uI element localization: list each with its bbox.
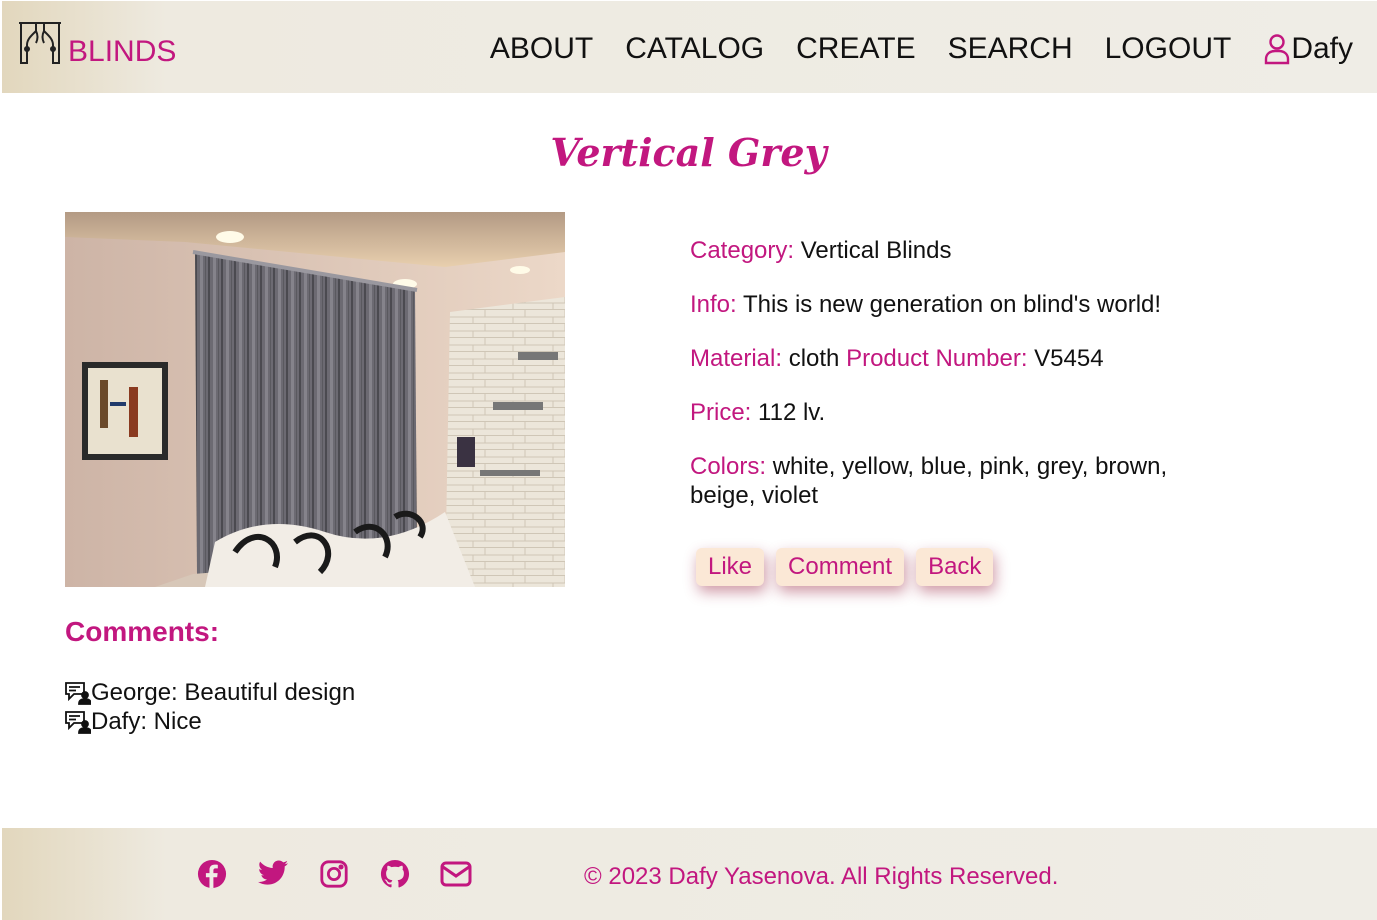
material-value: cloth [788,345,840,372]
product-number-value: V5454 [1034,345,1104,372]
category-row: Category: Vertical Blinds [690,236,1210,265]
category-label: Category: [690,237,795,264]
info-value: This is new generation on blind's world! [742,291,1162,318]
material-label: Material: [690,345,783,372]
price-row: Price: 112 lv. [690,398,1210,427]
footer: © 2023 Dafy Yasenova. All Rights Reserve… [2,828,1377,920]
comments-heading: Comments: [65,616,220,647]
product-details: Category: Vertical Blinds Info: This is … [690,236,1210,535]
twitter-icon[interactable] [257,859,289,889]
product-number-label: Product Number: [846,345,1028,372]
comment-item: George: Beautiful design [65,678,355,707]
info-label: Info: [690,291,737,318]
user-icon [1265,34,1290,65]
nav-logout[interactable]: LOGOUT [1105,32,1232,66]
product-title: Vertical Grey [550,130,827,175]
price-label: Price: [690,399,752,426]
comment-icon [65,681,91,705]
colors-label: Colors: [690,453,767,480]
header: BLINDS ABOUT CATALOG CREATE SEARCH LOGOU… [2,1,1377,93]
like-button[interactable]: Like [696,548,765,586]
nav-search[interactable]: SEARCH [948,32,1073,66]
logo-link[interactable]: BLINDS [16,21,177,68]
nav-user-profile[interactable]: Dafy [1263,32,1353,66]
comment-text: Dafy: Nice [91,708,202,735]
nav-about[interactable]: ABOUT [490,32,593,66]
comment-item: Dafy: Nice [65,707,355,736]
social-links [196,859,501,889]
comment-button[interactable]: Comment [776,548,905,586]
comment-icon [65,710,91,734]
nav-catalog[interactable]: CATALOG [625,32,764,66]
curtains-logo-icon [19,22,61,64]
copyright-text: © 2023 Dafy Yasenova. All Rights Reserve… [584,863,1059,890]
price-value: 112 lv. [758,399,826,426]
nav-create[interactable]: CREATE [796,32,915,66]
mail-icon[interactable] [440,859,472,889]
back-button[interactable]: Back [916,548,994,586]
username-label: Dafy [1291,32,1353,65]
category-value: Vertical Blinds [800,237,952,264]
instagram-icon[interactable] [318,859,350,889]
comment-text: George: Beautiful design [91,679,356,706]
logo-text: BLINDS [68,35,177,68]
material-row: Material: cloth Product Number: V5454 [690,344,1210,373]
colors-row: Colors: white, yellow, blue, pink, grey,… [690,452,1210,510]
facebook-icon[interactable] [196,859,228,889]
product-image [65,212,565,587]
info-row: Info: This is new generation on blind's … [690,290,1210,319]
github-icon[interactable] [379,859,411,889]
comments-list: George: Beautiful design Dafy: Nice [65,678,355,736]
action-buttons: Like Comment Back [696,548,1005,586]
main-nav: ABOUT CATALOG CREATE SEARCH LOGOUT Dafy [458,32,1353,66]
